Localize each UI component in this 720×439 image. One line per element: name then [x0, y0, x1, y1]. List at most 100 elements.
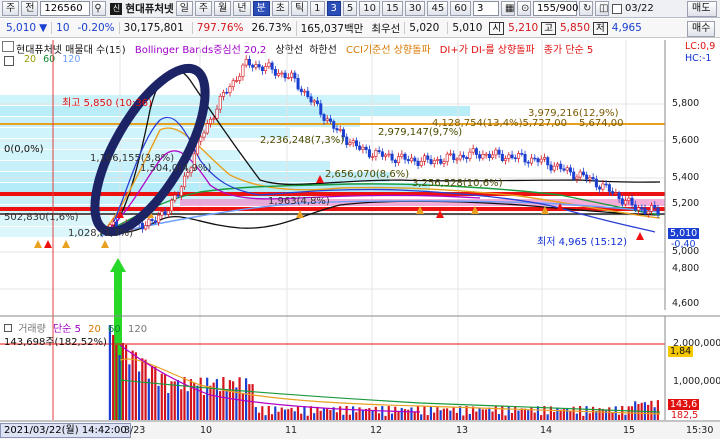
collapse-icon[interactable] [2, 41, 14, 52]
volume-bar [186, 391, 189, 420]
period-second[interactable]: 초 [271, 1, 289, 16]
legend-ma[interactable]: 종가 단순 5 [544, 45, 594, 56]
candle-body [144, 225, 148, 230]
magenta-band [180, 199, 665, 206]
candle-body [153, 220, 157, 223]
legend-lower[interactable]: 하한선 [309, 45, 337, 56]
candle-body [183, 175, 187, 188]
legend-cci[interactable]: CCI기준선 상향돌파 [346, 45, 431, 56]
price-tick: 4,800 [672, 263, 700, 274]
candle-body [351, 140, 355, 144]
period-day[interactable]: 일 [175, 1, 193, 16]
volume-bar [254, 407, 257, 420]
refresh-button[interactable]: ↻ [578, 1, 593, 16]
volume-bar [300, 413, 303, 420]
volume-bar [264, 415, 267, 420]
buy-button[interactable]: 매수 [687, 21, 716, 37]
vp-label-11: 1,028,(3,3%) [68, 228, 134, 239]
candle-body [316, 100, 320, 104]
candle-body [572, 171, 576, 180]
legend-di[interactable]: DI+가 DI-를 상향돌파 [440, 45, 535, 56]
candle-body [575, 176, 579, 180]
candle-body [627, 197, 631, 201]
vp-label-8: 3,256,528(10,6%) [412, 178, 503, 189]
candle-body [594, 178, 598, 188]
period-week[interactable]: 주 [194, 1, 213, 16]
calendar-icon[interactable] [611, 3, 622, 14]
volume-bar [517, 410, 520, 420]
volume-tick: 1,000,000 [673, 376, 720, 387]
highlight-ellipse [90, 63, 210, 237]
x-end-time: 15:30 [686, 425, 714, 436]
candle-body [436, 159, 440, 161]
candle-body [280, 72, 284, 75]
volume-legend-ma120[interactable]: 120 [128, 324, 147, 335]
volume-bar [306, 415, 309, 420]
candle-body [244, 59, 248, 66]
sell-button[interactable]: 매도 [687, 1, 717, 17]
period-year[interactable]: 년 [233, 1, 251, 16]
candle-body [309, 96, 313, 103]
interval-60[interactable]: 60 [450, 1, 471, 16]
interval-45[interactable]: 45 [427, 1, 449, 16]
chart-setting-button[interactable]: ▦ [500, 1, 515, 16]
interval-30[interactable]: 30 [404, 1, 426, 16]
vp-label-3: 2,979,147(9,7%) [378, 127, 463, 138]
candle-body [348, 142, 352, 145]
legend-ma-60[interactable]: 60 [43, 54, 55, 65]
candle-body [199, 136, 203, 142]
volume-bar [351, 406, 355, 420]
interval-1[interactable]: 1 [310, 1, 325, 16]
volume-bar [566, 407, 569, 420]
x-hour-label: 14 [540, 425, 553, 436]
lock-button[interactable]: ⊙ [516, 1, 531, 16]
volume-bar [290, 407, 293, 420]
interval-3[interactable]: 3 [326, 1, 341, 16]
search-button[interactable]: ⚲ [92, 1, 107, 16]
legend-bollinger[interactable]: Bollinger Bands중심선 20,2 [135, 45, 266, 56]
ma-20-line [99, 127, 661, 236]
interval-15[interactable]: 15 [382, 1, 403, 16]
candle-body [364, 146, 368, 150]
candle-body [471, 148, 475, 153]
candle-body [637, 207, 641, 211]
volume-bar [371, 410, 374, 420]
volume-bar [390, 413, 394, 420]
volume-bar [112, 335, 115, 420]
volume-bar [134, 352, 137, 420]
candle-body [390, 153, 394, 161]
interval-10[interactable]: 10 [359, 1, 380, 16]
volume-legend-ma60[interactable]: 60 [108, 324, 121, 335]
legend-ma-20[interactable]: 20 [24, 54, 36, 65]
legend-upper[interactable]: 상한선 [275, 45, 303, 56]
candle-body [478, 154, 482, 159]
price-tick: 5,400 [672, 172, 700, 183]
vp-label-9: 1,963(4,8%) [268, 196, 330, 207]
stock-code-input[interactable]: 126560 [40, 1, 91, 16]
best-ask: 5,020 [404, 22, 443, 34]
interval-5[interactable]: 5 [342, 1, 358, 16]
table-button[interactable]: ◫ [594, 1, 609, 16]
volume-bar [582, 415, 585, 420]
chart-type-select[interactable]: 주 [2, 1, 20, 16]
trade-amount: 165,037백만 [295, 20, 368, 36]
grid-icon[interactable] [4, 56, 14, 66]
legend-ma-120[interactable]: 120 [62, 54, 80, 65]
data-count-input[interactable]: 155/900 [532, 1, 578, 16]
volume-bar [527, 410, 530, 420]
period-tick[interactable]: 틱 [290, 1, 309, 16]
candle-body [484, 153, 488, 156]
view-mode-select[interactable]: 전 [21, 1, 39, 16]
volume-bar [407, 409, 410, 420]
period-month[interactable]: 월 [214, 1, 232, 16]
candle-body [322, 114, 326, 121]
interval-input[interactable]: 3 [472, 1, 499, 16]
hc-value: HC:-1 [685, 53, 712, 64]
volume-bar [147, 378, 150, 420]
volume-pct-tag: 182,5 [671, 410, 699, 421]
period-minute[interactable]: 분 [252, 1, 270, 16]
candle-body [196, 140, 200, 155]
price-tick: 5,200 [672, 198, 700, 209]
change-value: 10 [51, 22, 73, 34]
volume-bar [189, 379, 193, 420]
